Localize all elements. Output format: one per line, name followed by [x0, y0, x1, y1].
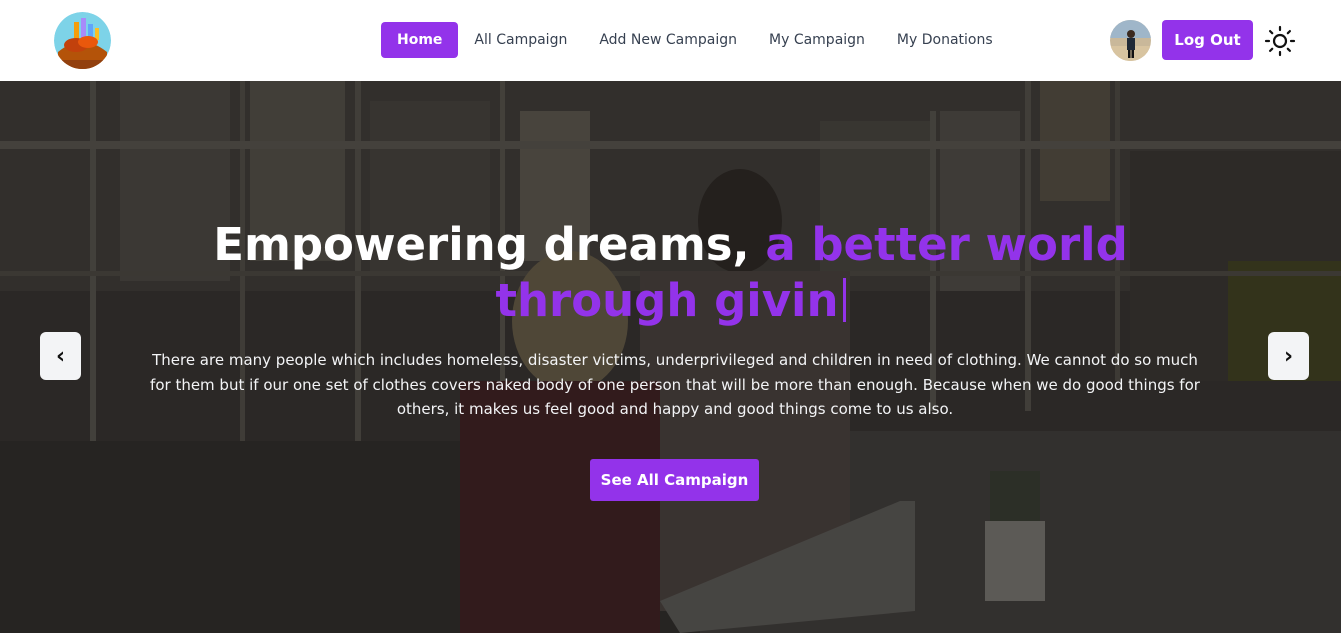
hero-carousel: Empowering dreams, a better world throug…: [0, 81, 1341, 633]
nav-item-all-campaign[interactable]: All Campaign: [458, 22, 583, 58]
avatar-image: [1110, 20, 1151, 61]
site-logo[interactable]: [54, 12, 111, 69]
nav-item-home[interactable]: Home: [381, 22, 459, 58]
carousel-prev-button[interactable]: ‹: [40, 332, 81, 380]
chevron-right-icon: ›: [1283, 343, 1294, 369]
nav-item-my-donations[interactable]: My Donations: [881, 22, 1009, 58]
logo-graphic: [54, 12, 111, 69]
nav-item-add-new-campaign[interactable]: Add New Campaign: [583, 22, 753, 58]
logout-button[interactable]: Log Out: [1162, 20, 1253, 60]
sun-icon[interactable]: [1264, 25, 1296, 57]
hero-description: There are many people which includes hom…: [150, 351, 1200, 418]
typing-cursor: [842, 278, 846, 322]
nav-item-my-campaign[interactable]: My Campaign: [753, 22, 881, 58]
hero-title: Empowering dreams, a better world throug…: [150, 217, 1191, 329]
hero-title-part1: Empowering dreams,: [213, 218, 766, 271]
user-avatar[interactable]: [1110, 20, 1151, 61]
see-all-campaign-button[interactable]: See All Campaign: [590, 459, 759, 501]
chevron-left-icon: ‹: [55, 343, 66, 369]
main-nav: Home All Campaign Add New Campaign My Ca…: [381, 22, 1009, 58]
navbar: Home All Campaign Add New Campaign My Ca…: [0, 0, 1341, 81]
carousel-next-button[interactable]: ›: [1268, 332, 1309, 380]
